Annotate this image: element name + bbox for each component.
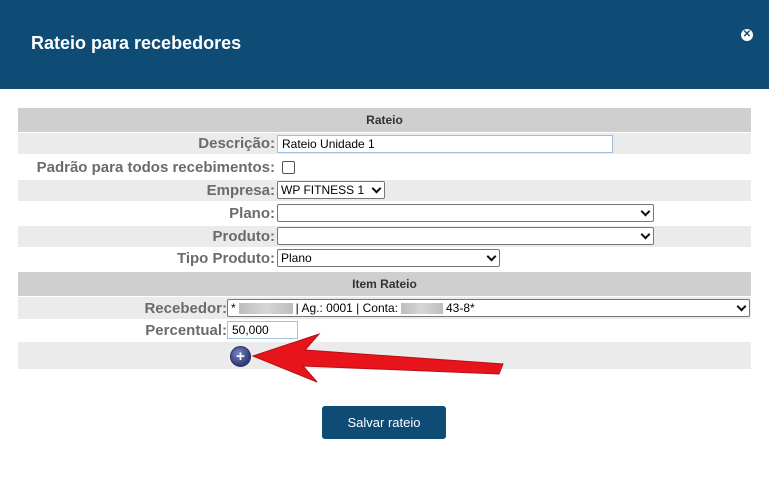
produto-label: Produto: [212,228,275,245]
recebedor-prefix: * [231,301,236,315]
chevron-down-icon [640,206,651,217]
redacted-name [238,303,293,315]
row-padrao: Padrão para todos recebimentos: [18,156,751,179]
row-tipo-produto: Tipo Produto: Plano [18,248,751,269]
row-descricao: Descrição: Rateio Unidade 1 [18,133,751,154]
tipo-produto-value: Plano [281,251,312,265]
empresa-select[interactable]: WP FITNESS 1 [277,181,385,199]
descricao-input[interactable]: Rateio Unidade 1 [277,135,613,153]
row-empresa: Empresa: WP FITNESS 1 [18,180,751,201]
modal-title: Rateio para recebedores [31,33,242,53]
empresa-value: WP FITNESS 1 [281,183,365,197]
recebedor-select[interactable]: * | Ag.: 0001 | Conta: 43-8* [227,299,750,317]
produto-select[interactable] [277,227,654,245]
recebedor-agencia: | Ag.: 0001 | Conta: [295,301,398,315]
row-plano: Plano: [18,203,751,224]
tipo-produto-select[interactable]: Plano [277,249,500,267]
tipo-produto-label: Tipo Produto: [176,250,275,267]
padrao-checkbox[interactable] [282,161,295,174]
section-header-item-rateio: Item Rateio [18,272,751,296]
chevron-down-icon [371,183,382,194]
padrao-label: Padrão para todos recebimentos: [36,159,275,176]
row-recebedor: Recebedor: * | Ag.: 0001 | Conta: 43-8* [18,297,751,319]
red-arrow-icon [251,332,504,383]
chevron-down-icon [486,251,497,262]
percentual-label: Percentual: [145,322,227,339]
chevron-down-icon [640,229,651,240]
recebedor-label: Recebedor: [144,299,227,317]
save-rateio-button[interactable]: Salvar rateio [322,406,446,439]
empresa-label: Empresa: [206,182,275,199]
chevron-down-icon [736,301,747,312]
recebedor-suffix: 43-8* [445,301,475,315]
plano-label: Plano: [229,205,275,222]
redacted-account [400,303,443,315]
section-header-rateio: Rateio [18,108,751,132]
descricao-label: Descrição: [198,135,275,152]
plano-select[interactable] [277,204,654,222]
modal-header: Rateio para recebedores ✕ [0,0,769,89]
close-icon[interactable]: ✕ [741,29,753,41]
row-produto: Produto: [18,226,751,247]
